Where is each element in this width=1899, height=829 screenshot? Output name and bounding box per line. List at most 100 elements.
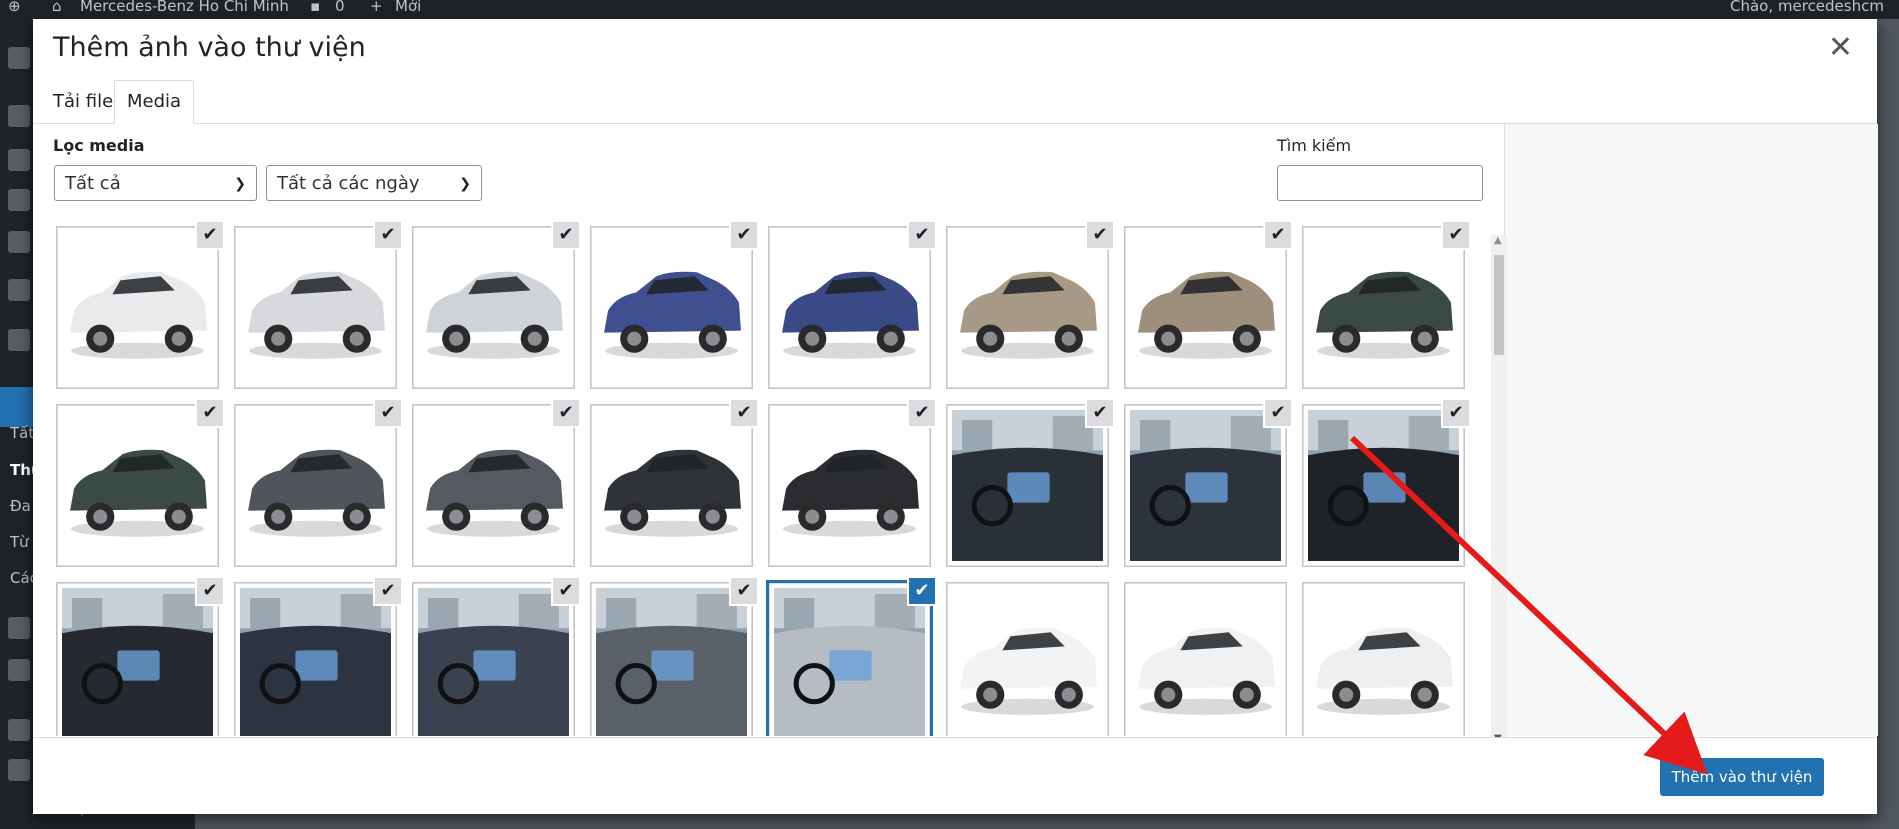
car-thumbnail: [1130, 232, 1281, 383]
media-icon[interactable]: [8, 149, 30, 171]
analytics-icon[interactable]: [8, 617, 30, 639]
media-attachment[interactable]: ✔: [1125, 220, 1293, 388]
checkmark-icon[interactable]: ✔: [729, 576, 759, 606]
media-grid: ✔ ✔ ✔ ✔ ✔ ✔ ✔ ✔ ✔ ✔ ✔ ✔ ✔ ✔ ✔ ✔ ✔ ✔ ✔ ✔ ✔: [49, 219, 1503, 736]
media-attachment[interactable]: ✔: [413, 398, 581, 566]
media-attachment[interactable]: ✔: [591, 220, 759, 388]
media-attachment[interactable]: ✔: [235, 576, 403, 736]
checkmark-icon[interactable]: ✔: [1441, 220, 1471, 250]
media-attachment[interactable]: ✔: [1125, 398, 1293, 566]
media-type-select[interactable]: Tất cả ❯: [54, 165, 257, 201]
car-thumbnail: [418, 410, 569, 561]
marketing-icon[interactable]: [8, 659, 30, 681]
media-attachment[interactable]: [1125, 583, 1286, 736]
media-attachment[interactable]: [1303, 583, 1464, 736]
scrollbar-thumb[interactable]: [1494, 255, 1504, 355]
modal-footer: [33, 737, 1877, 814]
car-thumbnail: [240, 232, 391, 383]
checkmark-icon[interactable]: ✔: [729, 398, 759, 428]
users-icon[interactable]: [8, 759, 30, 781]
checkmark-icon[interactable]: ✔: [907, 220, 937, 250]
tools-icon[interactable]: [8, 719, 30, 741]
car-thumbnail: [62, 232, 213, 383]
close-icon[interactable]: ✕: [1828, 33, 1853, 63]
checkmark-icon[interactable]: ✔: [1441, 398, 1471, 428]
woocommerce-icon[interactable]: [8, 329, 30, 351]
checkmark-icon[interactable]: ✔: [1085, 220, 1115, 250]
interior-thumbnail: [596, 588, 747, 736]
media-attachment[interactable]: ✔: [591, 576, 759, 736]
media-attachment[interactable]: ✔: [413, 220, 581, 388]
comments-icon[interactable]: ▪: [310, 0, 320, 15]
mail-icon[interactable]: [8, 279, 30, 301]
media-attachment[interactable]: ✔: [1303, 398, 1471, 566]
media-attachment[interactable]: ✔: [1303, 220, 1471, 388]
add-to-library-button[interactable]: Thêm vào thư viện: [1660, 758, 1824, 796]
attachment-details-sidebar: [1504, 124, 1878, 736]
media-attachment[interactable]: ✔: [235, 398, 403, 566]
checkmark-icon[interactable]: ✔: [373, 576, 403, 606]
home-icon[interactable]: ⌂: [52, 0, 62, 15]
tab-media[interactable]: Media: [114, 80, 195, 124]
media-attachment[interactable]: ✔: [57, 220, 225, 388]
checkmark-icon[interactable]: ✔: [907, 576, 937, 606]
active-menu-indicator: [0, 387, 33, 427]
date-select[interactable]: Tất cả các ngày ❯: [266, 165, 482, 201]
media-attachment[interactable]: ✔: [57, 398, 225, 566]
tab-upload[interactable]: Tải file: [41, 81, 125, 123]
car-thumbnail: [1130, 588, 1281, 736]
media-attachment[interactable]: [947, 583, 1108, 736]
interior-thumbnail: [240, 588, 391, 736]
admin-bar: ⊕ ⌂ Mercedes-Benz Ho Chi Minh ▪ 0 + Mới …: [0, 0, 1899, 19]
chevron-down-icon: ❯: [234, 176, 246, 192]
interior-thumbnail: [1308, 410, 1459, 561]
media-attachment[interactable]: ✔: [769, 398, 937, 566]
checkmark-icon[interactable]: ✔: [195, 398, 225, 428]
submenu-item-categories[interactable]: Đa: [10, 497, 31, 515]
checkmark-icon[interactable]: ✔: [195, 220, 225, 250]
dashboard-icon[interactable]: [8, 47, 30, 69]
site-name-link[interactable]: Mercedes-Benz Ho Chi Minh: [80, 0, 289, 15]
media-attachment[interactable]: ✔: [57, 576, 225, 736]
media-attachment[interactable]: ✔: [947, 398, 1115, 566]
comments-count[interactable]: 0: [335, 0, 345, 15]
checkmark-icon[interactable]: ✔: [1263, 398, 1293, 428]
new-link[interactable]: Mới: [395, 0, 421, 15]
scroll-up-icon[interactable]: ▲: [1494, 235, 1502, 246]
wordpress-logo-icon[interactable]: ⊕: [8, 0, 21, 15]
checkmark-icon[interactable]: ✔: [551, 220, 581, 250]
interior-thumbnail: [774, 588, 925, 736]
car-thumbnail: [418, 232, 569, 383]
car-thumbnail: [240, 410, 391, 561]
media-attachment[interactable]: ✔: [769, 220, 937, 388]
checkmark-icon[interactable]: ✔: [1263, 220, 1293, 250]
car-thumbnail: [774, 232, 925, 383]
car-thumbnail: [596, 232, 747, 383]
media-attachment[interactable]: ✔: [235, 220, 403, 388]
checkmark-icon[interactable]: ✔: [373, 220, 403, 250]
media-attachment[interactable]: ✔: [769, 576, 937, 736]
checkmark-icon[interactable]: ✔: [729, 220, 759, 250]
media-attachment[interactable]: ✔: [413, 576, 581, 736]
greeting-link[interactable]: Chào, mercedeshcm: [1730, 0, 1884, 15]
chevron-down-icon: ❯: [459, 176, 471, 192]
posts-icon[interactable]: [8, 105, 30, 127]
checkmark-icon[interactable]: ✔: [195, 576, 225, 606]
submenu-item-all[interactable]: Tất: [10, 424, 34, 442]
media-attachment[interactable]: ✔: [947, 220, 1115, 388]
plus-icon[interactable]: +: [370, 0, 383, 15]
grid-scrollbar[interactable]: ▲ ▼: [1491, 235, 1507, 752]
car-thumbnail: [952, 232, 1103, 383]
checkmark-icon[interactable]: ✔: [551, 576, 581, 606]
car-thumbnail: [596, 410, 747, 561]
pages-icon[interactable]: [8, 189, 30, 211]
checkmark-icon[interactable]: ✔: [551, 398, 581, 428]
comments-menu-icon[interactable]: [8, 231, 30, 253]
checkmark-icon[interactable]: ✔: [373, 398, 403, 428]
submenu-item-tags[interactable]: Từ: [10, 533, 29, 551]
search-input[interactable]: [1277, 165, 1483, 201]
checkmark-icon[interactable]: ✔: [907, 398, 937, 428]
media-attachment[interactable]: ✔: [591, 398, 759, 566]
checkmark-icon[interactable]: ✔: [1085, 398, 1115, 428]
car-thumbnail: [1308, 232, 1459, 383]
